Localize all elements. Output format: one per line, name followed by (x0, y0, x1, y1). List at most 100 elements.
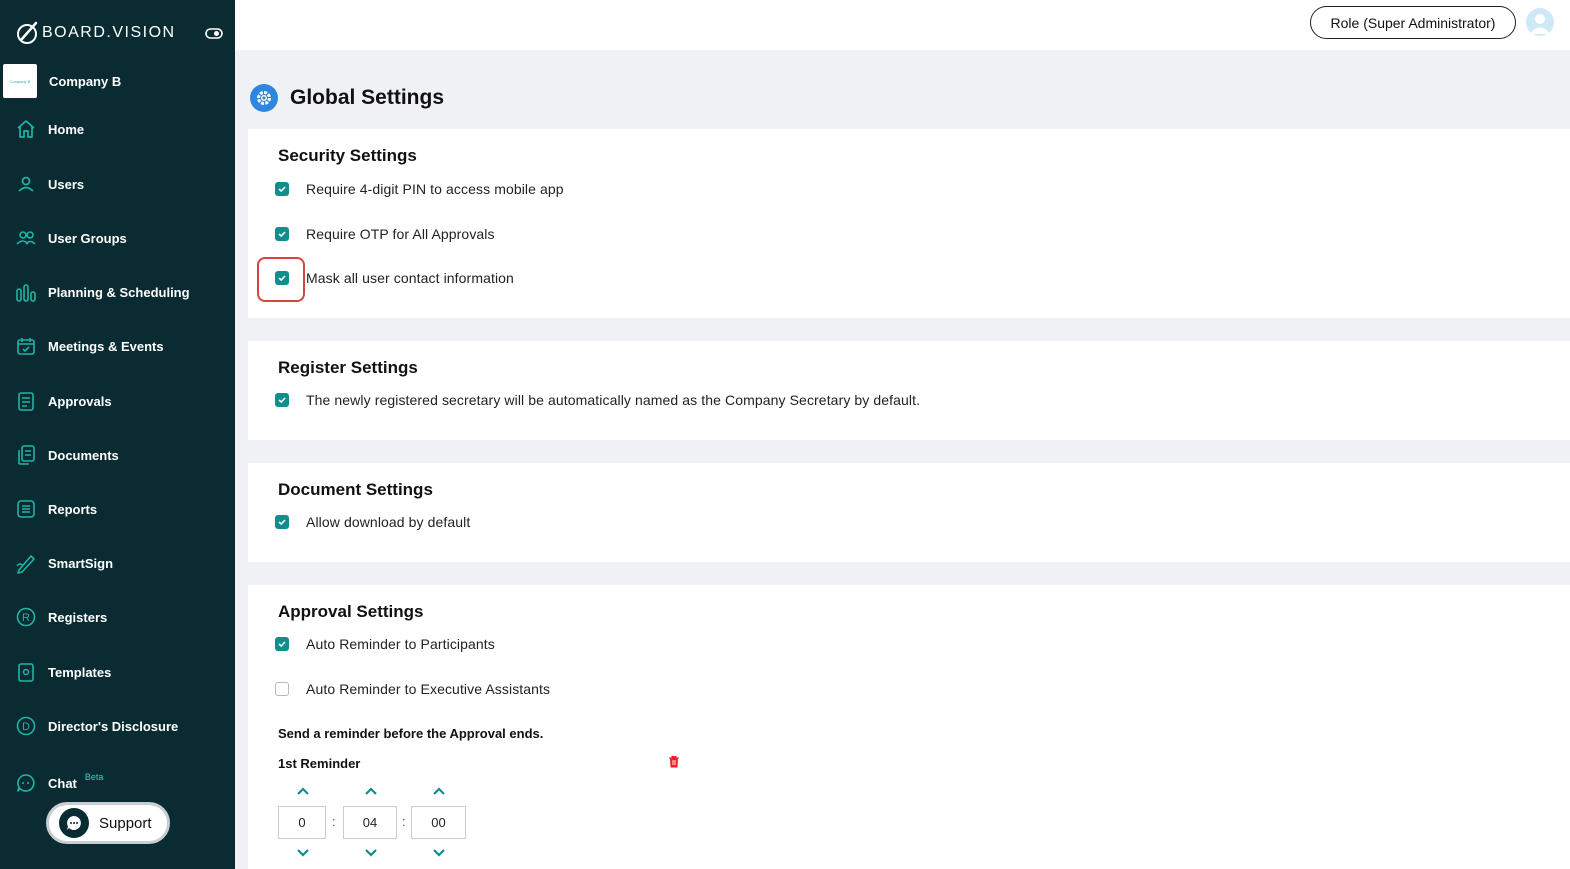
sidebar-item-label: Chat (48, 775, 77, 791)
hours-input[interactable]: 04 (343, 806, 397, 839)
sidebar-item-label: Planning & Scheduling (48, 284, 190, 300)
sidebar-item-planning[interactable]: Planning & Scheduling (0, 272, 235, 312)
security-settings-card: Security Settings Require 4-digit PIN to… (248, 129, 1570, 318)
svg-text:R: R (22, 612, 30, 624)
toggle-icon[interactable] (205, 24, 223, 42)
sidebar-item-label: Templates (48, 664, 112, 680)
participants-reminder-row[interactable]: Auto Reminder to Participants (275, 636, 495, 652)
sidebar-item-meetings[interactable]: Meetings & Events (0, 326, 235, 366)
checkbox-label: Mask all user contact information (306, 270, 514, 286)
approval-settings-title: Approval Settings (278, 602, 424, 621)
gear-icon (250, 84, 278, 112)
checkbox-checked[interactable] (275, 182, 289, 196)
sidebar-item-label: Home (48, 121, 85, 137)
checkbox-checked[interactable] (275, 515, 289, 529)
checkbox-checked[interactable] (275, 637, 289, 651)
minutes-down-chevron-icon[interactable] (431, 847, 447, 859)
checkbox-label: Auto Reminder to Participants (306, 636, 495, 652)
support-button[interactable]: Support (46, 802, 170, 844)
checkbox-label: Allow download by default (306, 514, 471, 530)
days-up-chevron-icon[interactable] (295, 785, 311, 797)
support-label: Support (99, 814, 152, 832)
user-icon (15, 173, 37, 195)
time-separator: : (332, 814, 336, 829)
company-logo: Company B (3, 64, 37, 98)
download-checkbox-row[interactable]: Allow download by default (275, 514, 470, 530)
sidebar-item-users[interactable]: Users (0, 164, 235, 204)
svg-text:D: D (22, 721, 30, 733)
checkbox-label: Require OTP for All Approvals (306, 226, 495, 242)
page-title: Global Settings (290, 86, 445, 109)
app-logo[interactable]: BOARD.VISION (14, 18, 223, 48)
register-settings-title: Register Settings (278, 358, 418, 377)
pin-checkbox-row[interactable]: Require 4-digit PIN to access mobile app (275, 181, 564, 197)
time-separator: : (402, 814, 406, 829)
document-settings-card: Document Settings Allow download by defa… (248, 463, 1570, 562)
top-bar: Role (Super Administrator) (235, 0, 1570, 50)
checkbox-label: The newly registered secretary will be a… (306, 392, 921, 408)
trash-icon[interactable] (668, 755, 680, 768)
sidebar-item-label: Approvals (48, 393, 112, 409)
sidebar-item-label: Documents (48, 447, 119, 463)
otp-checkbox-row[interactable]: Require OTP for All Approvals (275, 226, 495, 242)
checkbox-checked[interactable] (275, 227, 289, 241)
chat-icon (15, 772, 37, 794)
sidebar-item-registers[interactable]: R Registers (0, 597, 235, 637)
disclosure-icon: D (15, 715, 37, 737)
security-settings-title: Security Settings (278, 146, 417, 165)
document-check-icon (15, 390, 37, 412)
page-header: Global Settings (250, 84, 444, 112)
sidebar-item-approvals[interactable]: Approvals (0, 381, 235, 421)
sidebar-item-label: Users (48, 176, 85, 192)
days-down-chevron-icon[interactable] (295, 847, 311, 859)
checkbox-label: Require 4-digit PIN to access mobile app (306, 181, 564, 197)
mask-contact-checkbox-row[interactable]: Mask all user contact information (275, 270, 514, 286)
minutes-input[interactable]: 00 (411, 806, 466, 839)
template-icon (15, 661, 37, 683)
company-switcher[interactable]: Company B Company B (3, 64, 121, 98)
assistants-reminder-row[interactable]: Auto Reminder to Executive Assistants (275, 681, 550, 697)
calendar-icon (15, 335, 37, 357)
sidebar: BOARD.VISION Company B Company B Home Us… (0, 0, 235, 869)
bar-chart-icon (15, 281, 37, 303)
register-settings-card: Register Settings The newly registered s… (248, 341, 1570, 440)
sidebar-item-reports[interactable]: Reports (0, 489, 235, 529)
logo-icon (17, 21, 38, 44)
users-icon (15, 227, 37, 249)
hours-down-chevron-icon[interactable] (363, 847, 379, 859)
role-button[interactable]: Role (Super Administrator) (1310, 6, 1516, 39)
documents-icon (15, 444, 37, 466)
user-avatar-icon (1530, 14, 1550, 34)
list-icon (15, 498, 37, 520)
checkbox-checked[interactable] (275, 393, 289, 407)
minutes-up-chevron-icon[interactable] (431, 785, 447, 797)
days-input[interactable]: 0 (278, 806, 326, 839)
registered-icon: R (15, 606, 37, 628)
sidebar-item-label: SmartSign (48, 555, 114, 571)
checkbox-label: Auto Reminder to Executive Assistants (306, 681, 551, 697)
company-logo-text: Company B (9, 78, 31, 84)
sidebar-item-label: Director's Disclosure (48, 718, 179, 734)
reminder-title: 1st Reminder (278, 756, 361, 771)
hours-up-chevron-icon[interactable] (363, 785, 379, 797)
checkbox-unchecked[interactable] (275, 682, 289, 696)
sidebar-item-directors-disclosure[interactable]: D Director's Disclosure (0, 706, 235, 746)
sidebar-item-user-groups[interactable]: User Groups (0, 218, 235, 258)
sidebar-item-templates[interactable]: Templates (0, 652, 235, 692)
sidebar-item-label: Reports (48, 501, 98, 517)
sidebar-item-label: Registers (48, 609, 108, 625)
sidebar-item-chat[interactable]: Chat Beta (0, 763, 235, 803)
document-settings-title: Document Settings (278, 480, 433, 499)
chat-bubble-icon (59, 808, 89, 838)
avatar[interactable] (1526, 8, 1554, 36)
logo-text: BOARD.VISION (42, 24, 176, 41)
company-name: Company B (49, 73, 122, 89)
sidebar-item-label: User Groups (48, 230, 127, 246)
highlight-box (257, 257, 305, 302)
sidebar-item-label: Meetings & Events (48, 338, 164, 354)
secretary-checkbox-row[interactable]: The newly registered secretary will be a… (275, 392, 920, 408)
sidebar-item-documents[interactable]: Documents (0, 435, 235, 475)
beta-badge: Beta (84, 772, 104, 782)
sidebar-item-home[interactable]: Home (0, 109, 235, 149)
sidebar-item-smartsign[interactable]: SmartSign (0, 543, 235, 583)
